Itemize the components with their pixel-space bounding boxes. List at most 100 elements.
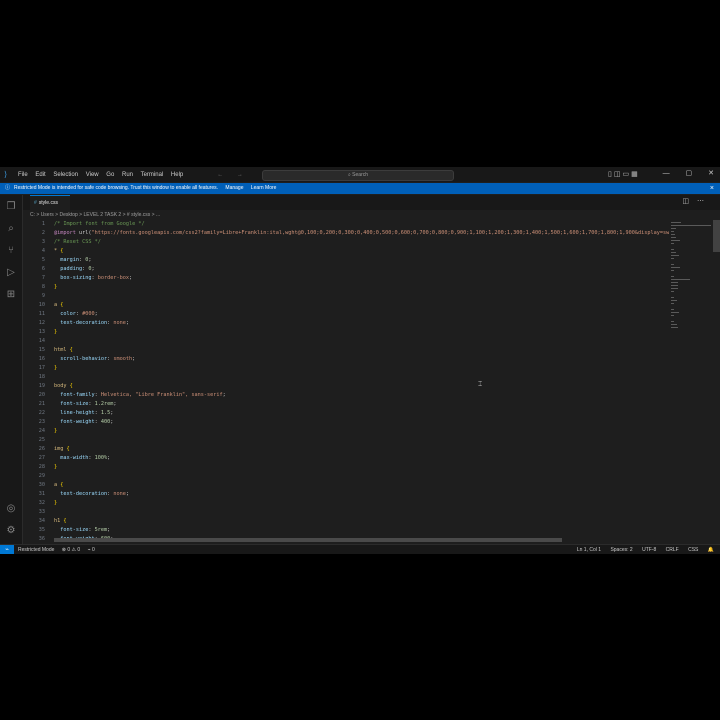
- code-line[interactable]: 33: [23, 508, 669, 517]
- manage-link[interactable]: Manage: [225, 185, 243, 191]
- code-line[interactable]: 22 line-height: 1.5;: [23, 409, 669, 418]
- nav-arrows-icon[interactable]: ← →: [217, 172, 249, 178]
- code-line[interactable]: 32}: [23, 499, 669, 508]
- minimap-line: [671, 267, 681, 268]
- code-token: margin: [54, 257, 79, 263]
- minimap[interactable]: [669, 220, 713, 360]
- search-icon[interactable]: ⌕: [5, 223, 17, 235]
- tab-style-css[interactable]: # style.css: [30, 195, 70, 210]
- code-line[interactable]: 15 html {: [23, 346, 669, 355]
- code-token: scroll-behavior: [54, 356, 108, 362]
- menu-edit[interactable]: Edit: [35, 172, 45, 178]
- code-line[interactable]: 4 * {: [23, 247, 669, 256]
- settings-gear-icon[interactable]: ⚙: [5, 525, 17, 537]
- code-line[interactable]: 7 box-sizing: border-box;: [23, 274, 669, 283]
- code-line[interactable]: 28}: [23, 463, 669, 472]
- code-line[interactable]: 1 /* Import font from Google */: [23, 220, 669, 229]
- line-number: 9: [41, 293, 45, 299]
- run-debug-icon[interactable]: ▷: [5, 267, 17, 279]
- code-line[interactable]: 11 color: #000;: [23, 310, 669, 319]
- code-line[interactable]: 31 text-decoration: none;: [23, 490, 669, 499]
- code-token: ;: [107, 455, 111, 461]
- line-code: * {: [54, 247, 63, 256]
- code-line[interactable]: 19 body {: [23, 382, 669, 391]
- line-code: text-decoration: none;: [54, 319, 129, 328]
- code-line[interactable]: 25: [23, 436, 669, 445]
- code-line[interactable]: 5 margin: 0;: [23, 256, 669, 265]
- horizontal-scrollbar[interactable]: [54, 538, 562, 542]
- code-token: img: [54, 446, 67, 452]
- cursor-position[interactable]: Ln 1, Col 1: [577, 547, 601, 553]
- restricted-mode-status[interactable]: Restricted Mode: [18, 547, 54, 553]
- language-mode[interactable]: CSS: [688, 547, 698, 553]
- line-number: 10: [38, 302, 45, 308]
- layout-toggle-icons[interactable]: ▯◫▭▦: [608, 170, 640, 178]
- code-line[interactable]: 8}: [23, 283, 669, 292]
- minimap-line: [671, 228, 677, 229]
- account-icon[interactable]: ◎: [5, 503, 17, 515]
- line-number: 28: [38, 464, 45, 470]
- line-code: }: [54, 427, 57, 436]
- line-number: 33: [38, 509, 45, 515]
- files-icon[interactable]: ❐: [5, 201, 17, 213]
- ports-status[interactable]: ⌁ 0: [88, 547, 95, 553]
- remote-indicator-icon[interactable]: ⌁: [0, 545, 14, 554]
- code-line[interactable]: 26 img {: [23, 445, 669, 454]
- notifications-bell-icon[interactable]: 🔔: [708, 547, 714, 553]
- command-center-search[interactable]: ⌕ Search: [262, 170, 454, 181]
- extensions-icon[interactable]: ⊞: [5, 289, 17, 301]
- close-icon[interactable]: ✕: [708, 170, 714, 177]
- code-line[interactable]: 21 font-size: 1.2rem;: [23, 400, 669, 409]
- code-token: 1.2rem: [94, 401, 114, 407]
- maximize-icon[interactable]: ▢: [686, 170, 693, 177]
- code-token: url(: [75, 230, 92, 236]
- code-line[interactable]: 2 @import url("https://fonts.googleapis.c…: [23, 229, 669, 238]
- code-line[interactable]: 20 font-family: Helvetica, "Libre Frankl…: [23, 391, 669, 400]
- vertical-scrollbar[interactable]: [713, 220, 720, 252]
- line-code: html {: [54, 346, 73, 355]
- code-line[interactable]: 24}: [23, 427, 669, 436]
- line-code: color: #000;: [54, 310, 98, 319]
- menu-selection[interactable]: Selection: [53, 172, 78, 178]
- menu-file[interactable]: File: [18, 172, 28, 178]
- menu-help[interactable]: Help: [171, 172, 183, 178]
- breadcrumb[interactable]: C: > Users > Desktop > LEVEL 2 TASK 2 > …: [30, 212, 160, 218]
- banner-close-icon[interactable]: ×: [710, 183, 714, 194]
- learn-more-link[interactable]: Learn More: [251, 185, 277, 191]
- source-control-icon[interactable]: ⑂: [5, 245, 17, 257]
- eol-status[interactable]: CRLF: [666, 547, 679, 553]
- code-line[interactable]: 18: [23, 373, 669, 382]
- code-line[interactable]: 9: [23, 292, 669, 301]
- menu-go[interactable]: Go: [106, 172, 114, 178]
- code-editor[interactable]: 1 /* Import font from Google */ 2 @import u…: [23, 220, 669, 542]
- line-number: 32: [38, 500, 45, 506]
- line-number: 13: [38, 329, 45, 335]
- code-line[interactable]: 10 a {: [23, 301, 669, 310]
- menu-view[interactable]: View: [86, 172, 99, 178]
- code-line[interactable]: 3 /* Reset CSS */: [23, 238, 669, 247]
- code-line[interactable]: 12 text-decoration: none;: [23, 319, 669, 328]
- line-number: 5: [41, 257, 45, 263]
- code-line[interactable]: 30 a {: [23, 481, 669, 490]
- indentation-status[interactable]: Spaces: 2: [610, 547, 632, 553]
- encoding-status[interactable]: UTF-8: [642, 547, 656, 553]
- code-line[interactable]: 34 h1 {: [23, 517, 669, 526]
- code-line[interactable]: 14: [23, 337, 669, 346]
- code-token: ;: [128, 275, 133, 281]
- code-line[interactable]: 6 padding: 0;: [23, 265, 669, 274]
- minimize-icon[interactable]: —: [663, 170, 670, 177]
- line-number: 20: [38, 392, 45, 398]
- editor-actions-icons[interactable]: ◫⋯: [682, 197, 712, 205]
- menu-terminal[interactable]: Terminal: [141, 172, 164, 178]
- code-line[interactable]: 29: [23, 472, 669, 481]
- code-line[interactable]: 35 font-size: 5rem;: [23, 526, 669, 535]
- problems-status[interactable]: ⊗ 0 ⚠ 0: [62, 547, 80, 553]
- code-line[interactable]: 27 max-width: 100%;: [23, 454, 669, 463]
- code-line[interactable]: 23 font-weight: 400;: [23, 418, 669, 427]
- code-line[interactable]: 16 scroll-behavior: smooth;: [23, 355, 669, 364]
- code-line[interactable]: 13}: [23, 328, 669, 337]
- minimap-line: [671, 252, 676, 253]
- minimap-line: [671, 324, 678, 325]
- menu-run[interactable]: Run: [122, 172, 133, 178]
- code-line[interactable]: 17}: [23, 364, 669, 373]
